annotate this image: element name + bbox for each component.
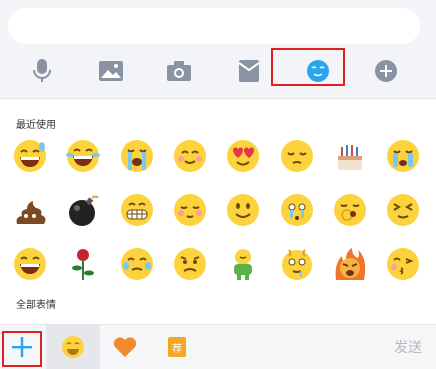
emoji-heart-eyes[interactable] <box>223 136 263 176</box>
voice-button[interactable] <box>22 50 62 92</box>
emoji-squint-happy[interactable] <box>383 190 423 230</box>
emoji-birthday-cake[interactable] <box>330 136 370 176</box>
add-sticker-button[interactable] <box>0 325 44 369</box>
microphone-icon <box>33 59 51 82</box>
camera-icon <box>167 61 191 81</box>
emoji-grin-sweat[interactable] <box>10 136 50 176</box>
emoji-button[interactable] <box>271 48 345 92</box>
red-packet-icon <box>238 60 260 82</box>
heart-icon <box>113 337 137 357</box>
all-emoji-section-label: 全部表情 <box>16 300 56 311</box>
emoji-green-figure[interactable] <box>223 244 263 284</box>
emoji-relieved[interactable] <box>277 136 317 176</box>
smiley-icon <box>62 336 84 358</box>
emoji-crying-loud[interactable] <box>117 136 157 176</box>
emoji-yawn[interactable] <box>330 190 370 230</box>
send-button[interactable]: 发送 <box>394 337 422 357</box>
emoji-face-icon <box>307 60 329 82</box>
emoji-big-grin[interactable] <box>10 244 50 284</box>
emoji-shy[interactable] <box>170 190 210 230</box>
tab-favorites[interactable] <box>98 325 152 369</box>
image-icon <box>99 61 123 81</box>
emoji-laugh-tears[interactable] <box>63 136 103 176</box>
tab-recommended[interactable]: 荐 <box>150 325 204 369</box>
image-button[interactable] <box>91 50 131 92</box>
plus-icon <box>12 337 32 357</box>
emoji-rose[interactable] <box>63 244 103 284</box>
emoji-wink-kiss[interactable] <box>383 244 423 284</box>
emoji-teary-scared[interactable] <box>277 190 317 230</box>
emoji-furious-fire[interactable] <box>330 244 370 284</box>
tab-default-emoji[interactable] <box>46 325 100 369</box>
recent-section-label: 最近使用 <box>16 120 56 131</box>
plus-circle-icon <box>375 60 397 82</box>
more-button[interactable] <box>366 50 406 92</box>
recommend-badge: 荐 <box>168 337 186 357</box>
emoji-poop[interactable] <box>10 190 50 230</box>
toolbar <box>0 48 436 92</box>
emoji-bomb[interactable] <box>63 190 103 230</box>
message-input[interactable] <box>8 8 420 44</box>
camera-button[interactable] <box>159 50 199 92</box>
emoji-worried[interactable] <box>170 244 210 284</box>
emoji-smile[interactable] <box>223 190 263 230</box>
input-area <box>0 0 436 99</box>
emoji-crying-face[interactable] <box>383 136 423 176</box>
emoji-toothy-grin[interactable] <box>117 190 157 230</box>
emoji-tearful-laugh[interactable] <box>117 244 157 284</box>
emoji-blush-smile[interactable] <box>170 136 210 176</box>
emoji-panel-tabs: 荐 发送 <box>0 324 436 369</box>
emoji-confused-drool[interactable] <box>277 244 317 284</box>
red-packet-button[interactable] <box>229 50 269 92</box>
